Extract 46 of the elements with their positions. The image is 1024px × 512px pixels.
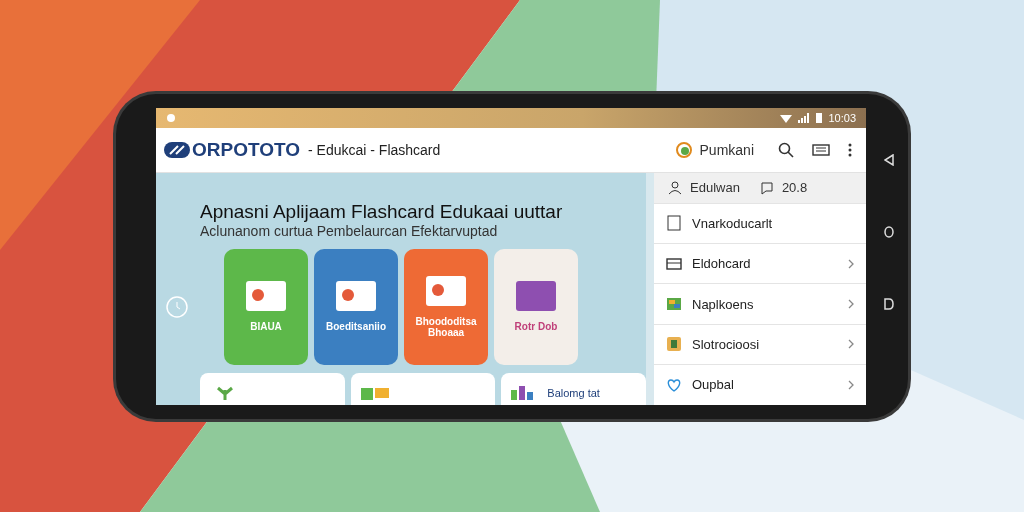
app-title: - Edukcai - Flashcard — [308, 141, 441, 158]
card-preview[interactable]: Balomg tat — [501, 372, 646, 405]
card-illustration-icon — [426, 275, 466, 306]
notification-icon — [166, 112, 176, 123]
card-label: BIAUA — [249, 321, 283, 332]
book-icon — [666, 336, 682, 353]
menu-item[interactable]: Naplkoens — [654, 283, 866, 324]
wifi-icon — [780, 112, 793, 123]
menu-item[interactable]: Slotrocioosi — [654, 323, 866, 365]
card-label: Boeditsaniio — [325, 321, 387, 332]
menu-item[interactable]: Oupbal — [654, 364, 866, 405]
more-menu-icon[interactable] — [848, 142, 852, 157]
recents-icon[interactable] — [884, 297, 894, 310]
logo-text: ORPOTOTO — [192, 138, 301, 161]
search-icon[interactable] — [778, 141, 794, 158]
menu-item[interactable]: Vnarkoducarlt — [654, 202, 866, 243]
card-icon — [666, 255, 682, 272]
card-label: Rotr Dob — [513, 321, 559, 332]
header-count: 20.8 — [781, 180, 808, 195]
hero-title: Apnasni Aplijaam Flashcard Edukaai uuttar — [199, 200, 564, 223]
tiles-icon — [360, 385, 391, 400]
user-name: Pumkani — [699, 141, 754, 158]
back-icon[interactable] — [884, 153, 894, 166]
status-time: 10:03 — [828, 111, 856, 124]
chat-icon — [759, 180, 774, 195]
battery-icon — [816, 112, 823, 123]
card-label: Balomg tat — [547, 386, 600, 399]
clock-icon — [166, 295, 188, 318]
flashcard[interactable]: Boeditsaniio — [314, 248, 398, 365]
keyboard-icon[interactable] — [812, 143, 830, 156]
flashcard[interactable]: Rotr Dob — [494, 248, 578, 365]
person-icon — [668, 180, 682, 195]
menu-item[interactable]: Eldohcard — [654, 242, 866, 284]
hero-subtitle: Aclunanom curtua Pembelaurcan Efektarvuptad — [199, 222, 499, 239]
user-avatar-icon — [675, 141, 692, 158]
logo-icon — [164, 139, 190, 160]
header-label: Edulwan — [690, 180, 740, 195]
signal-icon — [798, 112, 811, 123]
card-illustration-icon — [516, 281, 556, 311]
map-icon — [666, 296, 682, 312]
heart-icon — [666, 376, 682, 393]
doc-icon — [666, 215, 682, 232]
card-illustration-icon — [246, 281, 286, 311]
home-icon[interactable] — [884, 225, 894, 238]
card-label: Bhoododitsa Bhoaaa — [414, 315, 478, 338]
card-illustration-icon — [336, 281, 376, 311]
